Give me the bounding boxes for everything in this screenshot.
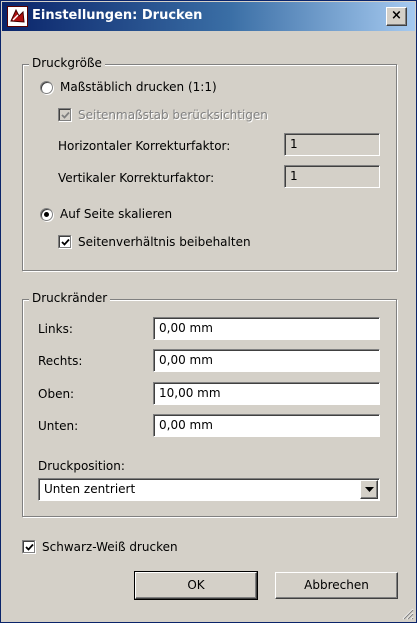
margin-bottom-label: Unten: (38, 419, 79, 433)
margin-left-input[interactable]: 0,00 mm (153, 317, 380, 340)
close-button[interactable]: × (386, 7, 407, 26)
print-settings-dialog: Einstellungen: Drucken × Druckgröße Maßs… (0, 0, 417, 623)
title-bar[interactable]: Einstellungen: Drucken × (2, 2, 415, 31)
keep-aspect-label[interactable]: Seitenverhältnis beibehalten (78, 235, 251, 249)
margin-right-label: Rechts: (38, 354, 83, 368)
margin-bottom-input[interactable]: 0,00 mm (153, 414, 380, 437)
page-scale-checkbox (58, 108, 71, 121)
ok-button[interactable]: OK (134, 571, 258, 600)
v-factor-label: Vertikaler Korrekturfaktor: (58, 171, 215, 185)
margin-right-input[interactable]: 0,00 mm (153, 349, 380, 372)
print-position-value: Unten zentriert (44, 482, 136, 496)
chevron-down-icon (365, 487, 374, 492)
black-white-label[interactable]: Schwarz-Weiß drucken (42, 540, 178, 554)
margins-legend: Druckränder (29, 291, 111, 305)
black-white-checkbox[interactable] (22, 540, 35, 553)
scale-print-label[interactable]: Maßstäblich drucken (1:1) (60, 80, 217, 94)
page-scale-label: Seitenmaßstab berücksichtigen (78, 108, 268, 122)
margin-top-input[interactable]: 10,00 mm (153, 382, 380, 405)
margin-top-label: Oben: (38, 387, 75, 401)
app-icon (7, 6, 28, 27)
print-position-select[interactable]: Unten zentriert (38, 478, 380, 501)
resize-grip-icon[interactable] (402, 608, 414, 620)
h-factor-label: Horizontaler Korrekturfaktor: (58, 139, 231, 153)
keep-aspect-checkbox[interactable] (58, 235, 71, 248)
v-factor-field[interactable]: 1 (284, 165, 380, 188)
radio-selected-dot (44, 212, 49, 217)
fit-to-page-label[interactable]: Auf Seite skalieren (60, 207, 172, 221)
print-size-legend: Druckgröße (29, 56, 105, 70)
window-title: Einstellungen: Drucken (32, 8, 203, 23)
scale-print-radio[interactable] (40, 81, 53, 94)
fit-to-page-radio[interactable] (40, 208, 53, 221)
h-factor-field[interactable]: 1 (284, 133, 380, 156)
cancel-button[interactable]: Abbrechen (275, 572, 398, 599)
dropdown-arrow-button[interactable] (360, 480, 378, 499)
margin-left-label: Links: (38, 322, 73, 336)
print-position-label: Druckposition: (38, 459, 125, 473)
